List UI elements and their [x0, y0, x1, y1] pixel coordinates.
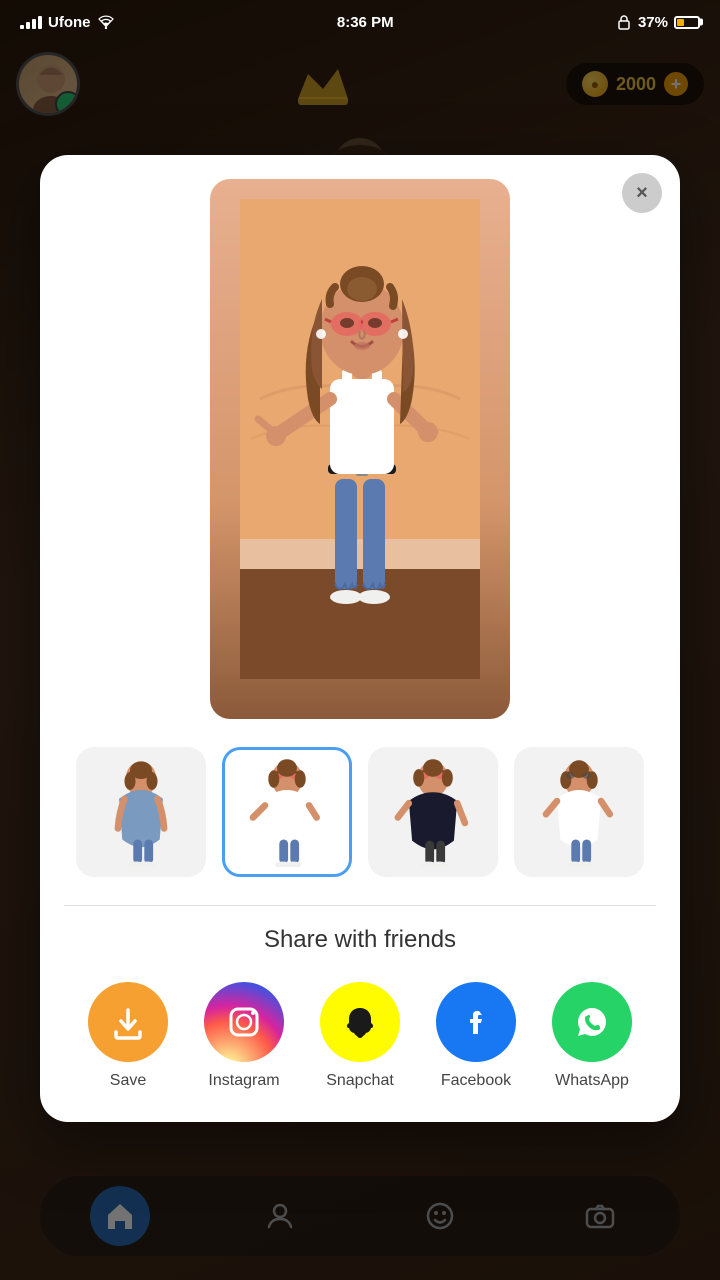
status-time: 8:36 PM: [337, 14, 394, 31]
facebook-icon: [455, 1001, 497, 1043]
snapchat-icon-circle: [320, 982, 400, 1062]
save-icon-circle: [88, 982, 168, 1062]
thumbnail-4[interactable]: [514, 747, 644, 877]
thumbnail-3[interactable]: [368, 747, 498, 877]
status-bar: Ufone 8:36 PM 37%: [0, 0, 720, 44]
share-instagram-button[interactable]: Instagram: [204, 982, 284, 1090]
snapchat-icon: [339, 1001, 381, 1043]
close-button[interactable]: ×: [622, 173, 662, 213]
share-snapchat-button[interactable]: Snapchat: [320, 982, 400, 1090]
whatsapp-icon-circle: [552, 982, 632, 1062]
whatsapp-icon: [571, 1001, 613, 1043]
whatsapp-label: WhatsApp: [555, 1072, 629, 1090]
thumbnail-2[interactable]: [222, 747, 352, 877]
share-modal: ×: [40, 155, 680, 1122]
lock-icon: [616, 14, 632, 30]
share-title: Share with friends: [64, 926, 656, 954]
share-divider: [64, 905, 656, 906]
carrier-label: Ufone: [48, 14, 91, 31]
wifi-icon: [97, 15, 115, 29]
battery-pct: 37%: [638, 14, 668, 31]
signal-bars: [20, 16, 42, 29]
share-save-button[interactable]: Save: [88, 982, 168, 1090]
battery-fill: [677, 19, 684, 26]
status-left: Ufone: [20, 14, 115, 31]
instagram-label: Instagram: [208, 1072, 279, 1090]
status-right: 37%: [616, 14, 700, 31]
thumbnail-1[interactable]: [76, 747, 206, 877]
avatar-display: [210, 179, 510, 719]
instagram-icon-circle: [204, 982, 284, 1062]
share-facebook-button[interactable]: Facebook: [436, 982, 516, 1090]
thumbnails-row: [64, 747, 656, 877]
close-icon: ×: [636, 182, 648, 205]
snapchat-label: Snapchat: [326, 1072, 394, 1090]
save-icon: [108, 1002, 148, 1042]
avatar-scene: [210, 179, 510, 719]
facebook-icon-circle: [436, 982, 516, 1062]
avatar-character: [240, 199, 480, 679]
battery-icon: [674, 16, 700, 29]
instagram-icon: [223, 1001, 265, 1043]
battery-tip: [700, 19, 703, 26]
save-label: Save: [110, 1072, 146, 1090]
share-whatsapp-button[interactable]: WhatsApp: [552, 982, 632, 1090]
share-icons-row: Save Instagram Snapchat: [64, 982, 656, 1090]
facebook-label: Facebook: [441, 1072, 511, 1090]
